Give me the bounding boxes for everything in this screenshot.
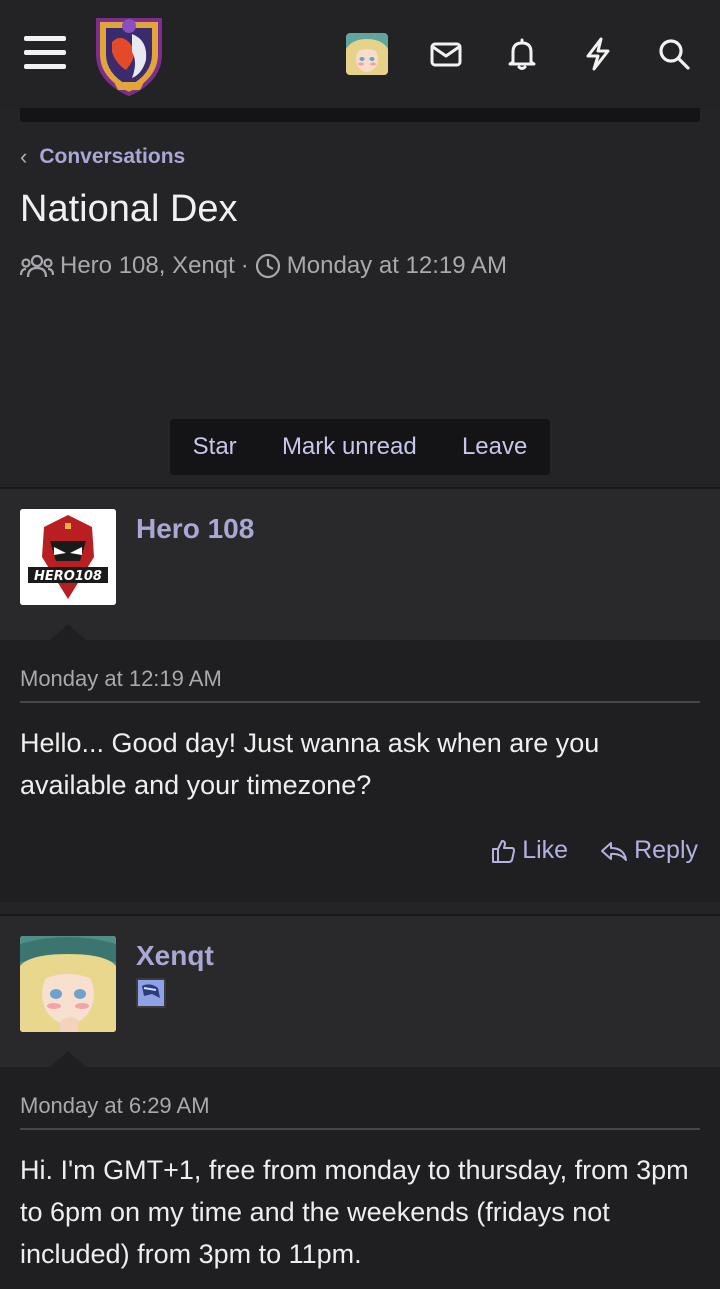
message-actions: Like Reply: [490, 836, 698, 865]
message-text: Hello... Good day! Just wanna ask when a…: [20, 728, 600, 800]
site-logo[interactable]: [92, 12, 166, 97]
svg-text:HERO108: HERO108: [34, 569, 102, 584]
author-name[interactable]: Xenqt: [136, 940, 214, 972]
header-bottom-strip: [20, 108, 700, 122]
message-header: Xenqt: [0, 916, 720, 1067]
users-icon: [20, 254, 54, 278]
mark-unread-button[interactable]: Mark unread: [282, 433, 417, 461]
conversation-action-bar: Star Mark unread Leave: [170, 419, 550, 475]
reply-icon: [601, 841, 628, 861]
meta-separator: ·: [240, 252, 249, 279]
author-name[interactable]: Hero 108: [136, 513, 254, 545]
user-badge-icon: [136, 978, 166, 1008]
user-avatar[interactable]: [346, 33, 388, 75]
clock-icon: [255, 253, 280, 279]
star-button[interactable]: Star: [193, 433, 237, 461]
participants[interactable]: Hero 108, Xenqt: [60, 252, 235, 280]
chevron-left-icon: ‹: [20, 144, 28, 169]
like-label: Like: [522, 836, 569, 864]
message-header: HERO108 Hero 108: [0, 489, 720, 640]
conversation-meta: Hero 108, Xenqt · Monday at 12:19 AM: [20, 252, 507, 280]
page-title: National Dex: [20, 188, 238, 230]
search-icon[interactable]: [656, 36, 692, 72]
message-divider: [20, 701, 700, 703]
bell-icon[interactable]: [504, 36, 540, 72]
author-avatar[interactable]: HERO108: [20, 509, 116, 605]
message-divider: [20, 1128, 700, 1130]
message-pointer: [50, 624, 86, 640]
author-avatar[interactable]: [20, 936, 116, 1032]
hamburger-menu-icon[interactable]: [24, 36, 66, 72]
like-button[interactable]: Like: [490, 836, 568, 865]
message-body: Monday at 12:19 AM Hello... Good day! Ju…: [0, 640, 720, 902]
reply-label: Reply: [634, 836, 698, 864]
start-date: Monday at 12:19 AM: [286, 252, 507, 279]
lightning-icon[interactable]: [580, 36, 616, 72]
message-pointer: [50, 1051, 86, 1067]
reply-button[interactable]: Reply: [600, 836, 698, 865]
message-text: Hi. I'm GMT+1, free from monday to thurs…: [20, 1155, 689, 1269]
thumbs-up-icon: [492, 839, 516, 863]
breadcrumb[interactable]: ‹ Conversations: [20, 144, 185, 170]
message-body: Monday at 6:29 AM Hi. I'm GMT+1, free fr…: [0, 1067, 720, 1289]
message-date[interactable]: Monday at 6:29 AM: [20, 1093, 210, 1119]
leave-button[interactable]: Leave: [462, 433, 527, 461]
breadcrumb-label[interactable]: Conversations: [39, 145, 185, 169]
message-date[interactable]: Monday at 12:19 AM: [20, 666, 222, 692]
mail-icon[interactable]: [428, 36, 464, 72]
top-navigation-bar: [0, 0, 720, 108]
